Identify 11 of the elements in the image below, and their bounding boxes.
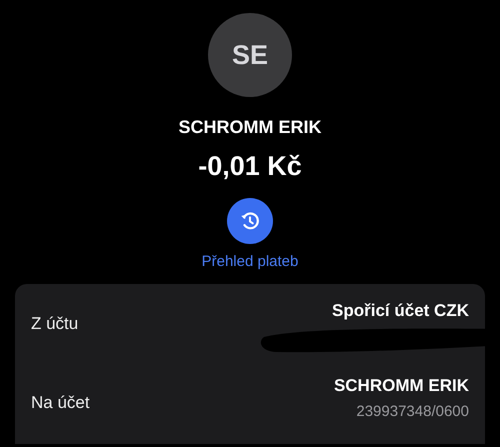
history-icon xyxy=(239,210,261,232)
row-value: SCHROMM ERIK xyxy=(334,376,469,396)
avatar: SE xyxy=(208,13,292,97)
row-label: Na účet xyxy=(31,393,90,413)
amount: -0,01 Kč xyxy=(198,151,302,182)
row-label: Z účtu xyxy=(31,314,78,334)
account-number: 239937348/0600 xyxy=(356,403,469,420)
history-button[interactable] xyxy=(227,198,273,244)
row-value: Spořicí účet CZK xyxy=(332,301,469,321)
payee-name: SCHROMM ERIK xyxy=(178,117,322,138)
payment-overview-link[interactable]: Přehled plateb xyxy=(202,253,298,270)
